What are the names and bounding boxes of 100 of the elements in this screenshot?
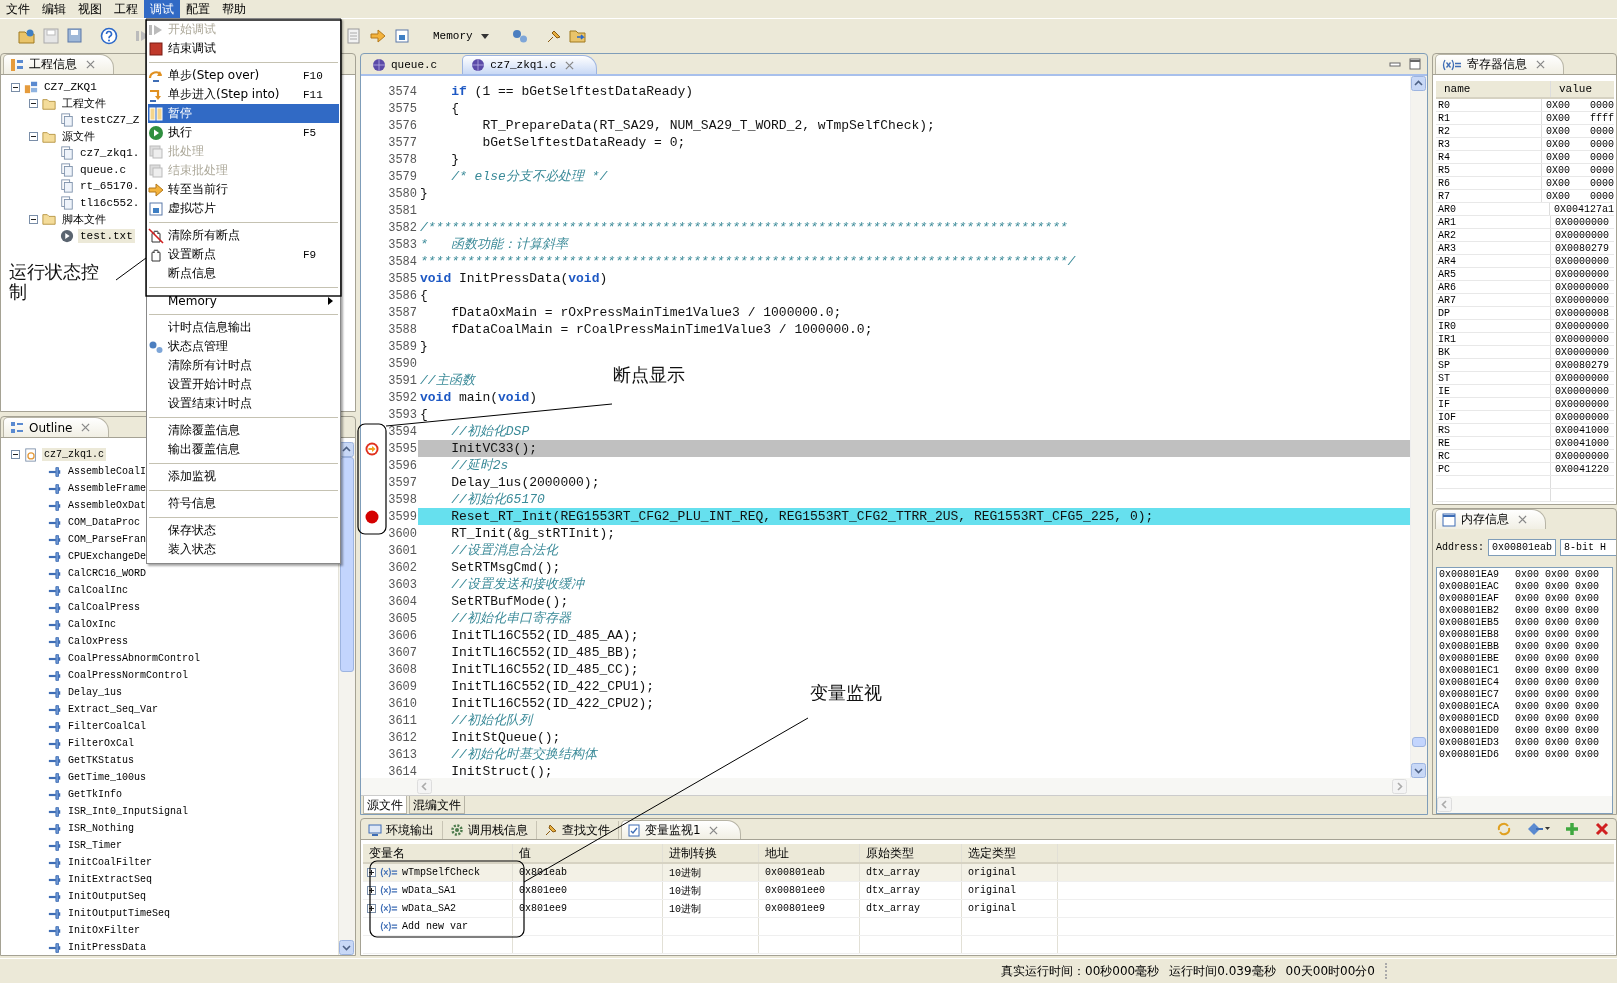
column-header[interactable]: name xyxy=(1436,81,1551,97)
tree-item[interactable]: ISR_Int0_InputSignal xyxy=(66,805,191,818)
menu-item[interactable]: 符号信息 xyxy=(148,494,339,513)
panel-tab[interactable]: Outline xyxy=(3,417,110,437)
tree-item[interactable]: cz7_zkq1.c xyxy=(42,448,106,461)
menu-item[interactable]: 执行 F5 xyxy=(148,123,339,142)
tree-item[interactable]: AssembleFrame xyxy=(66,482,148,495)
menu-item[interactable]: 状态点管理 xyxy=(148,337,339,356)
menu-item[interactable]: 设置断点 F9 xyxy=(148,245,339,264)
scrollbar[interactable] xyxy=(338,442,355,955)
tree-item[interactable]: InitOutputTimeSeq xyxy=(66,907,173,920)
refresh-icon[interactable] xyxy=(1496,821,1512,837)
tree-item[interactable]: InitOxFilter xyxy=(66,924,142,937)
tree-item[interactable]: Extract_Seq_Var xyxy=(66,703,160,716)
tree-item[interactable]: cz7_zkq1. xyxy=(78,146,142,161)
menu-bar-item[interactable]: 配置 xyxy=(180,0,216,18)
tree-item[interactable]: GetTKStatus xyxy=(66,754,136,767)
tree-item[interactable]: CPUExchangeDe xyxy=(66,550,148,563)
menu-item[interactable]: 清除所有断点 xyxy=(148,226,339,245)
close-icon[interactable] xyxy=(81,423,91,432)
memory-dropdown[interactable]: Memory xyxy=(427,28,495,44)
column-header[interactable]: 值 xyxy=(513,844,663,862)
bottom-panel-tab[interactable]: 变量监视1 xyxy=(621,820,741,839)
column-header[interactable]: 选定类型 xyxy=(962,844,1058,862)
source-view-tab[interactable]: 混编文件 xyxy=(409,796,465,814)
menu-bar-item[interactable]: 调试 xyxy=(144,0,180,18)
menu-item[interactable]: 保存状态 xyxy=(148,521,339,540)
menu-item[interactable]: 暂停 xyxy=(148,104,339,123)
address-field[interactable]: 0x00801eab xyxy=(1488,538,1557,556)
column-header[interactable]: 变量名 xyxy=(363,844,513,862)
panel-tab[interactable]: 内存信息 xyxy=(1435,509,1546,529)
open-folder-icon[interactable] xyxy=(18,27,36,45)
menu-item[interactable]: 单步(Step over) F10 xyxy=(148,66,339,85)
menu-bar-item[interactable]: 文件 xyxy=(0,0,36,18)
collapse-icon[interactable] xyxy=(11,82,20,92)
tree-item[interactable]: CZ7_ZKQ1 xyxy=(42,80,99,95)
tree-item[interactable]: 脚本文件 xyxy=(60,210,108,228)
menu-item[interactable]: 输出覆盖信息 xyxy=(148,440,339,459)
collapse-icon[interactable] xyxy=(29,132,38,142)
collapse-icon[interactable] xyxy=(11,450,20,459)
scrollbar-thumb[interactable] xyxy=(340,457,354,672)
dots-icon[interactable] xyxy=(510,27,529,45)
chip-icon[interactable] xyxy=(393,27,411,45)
menu-item[interactable]: 转至当前行 xyxy=(148,180,339,199)
tree-item[interactable]: COM_ParseFran xyxy=(66,533,148,546)
tree-item[interactable]: test.txt xyxy=(78,228,135,243)
scrollbar-thumb[interactable] xyxy=(1412,737,1426,747)
tree-item[interactable]: tl16c552. xyxy=(78,195,142,210)
tree-item[interactable]: 源文件 xyxy=(60,128,97,146)
menu-bar-item[interactable]: 工程 xyxy=(108,0,144,18)
add-icon[interactable] xyxy=(1564,821,1580,837)
tree-item[interactable]: rt_65170. xyxy=(78,179,142,194)
arrow-right-icon[interactable] xyxy=(369,27,387,45)
column-header[interactable]: value xyxy=(1551,81,1614,97)
tree-item[interactable]: CoalPressAbnormControl xyxy=(66,652,203,665)
tree-item[interactable]: CalOxInc xyxy=(66,618,118,631)
menu-item[interactable]: 计时点信息输出 xyxy=(148,318,339,337)
tree-item[interactable]: Delay_1us xyxy=(66,686,124,699)
format-dropdown[interactable]: 8-bit H xyxy=(1560,538,1616,556)
panel-tab[interactable]: 工程信息 xyxy=(3,54,114,74)
maximize-icon[interactable] xyxy=(1409,58,1421,70)
panel-tab[interactable]: 寄存器信息 xyxy=(1435,54,1564,74)
collapse-icon[interactable] xyxy=(29,214,38,224)
close-icon[interactable] xyxy=(1536,60,1545,69)
save-icon[interactable] xyxy=(42,27,60,45)
menu-item[interactable]: 结束调试 xyxy=(148,39,339,58)
menu-bar-item[interactable]: 帮助 xyxy=(216,0,252,18)
tree-item[interactable]: CoalPressNormControl xyxy=(66,669,191,682)
tree-item[interactable]: AssembleOxDat xyxy=(66,499,148,512)
tree-item[interactable]: AssembleCoalI xyxy=(66,465,148,478)
tree-item[interactable]: queue.c xyxy=(78,162,129,177)
diamond-arrow-icon[interactable] xyxy=(1526,821,1550,837)
menu-item[interactable]: 虚拟芯片 xyxy=(148,199,339,218)
tree-item[interactable]: 工程文件 xyxy=(60,95,108,113)
menu-item[interactable]: 装入状态 xyxy=(148,540,339,559)
tree-item[interactable]: ISR_Nothing xyxy=(66,822,136,835)
tree-item[interactable]: CalOxPress xyxy=(66,635,130,648)
tree-item[interactable]: InitCoalFilter xyxy=(66,856,154,869)
tree-item[interactable]: testCZ7_Z xyxy=(78,113,142,128)
close-icon[interactable] xyxy=(86,60,95,69)
tree-item[interactable]: CalCoalPress xyxy=(66,601,142,614)
help-icon[interactable] xyxy=(100,27,118,45)
close-icon[interactable] xyxy=(1518,515,1527,524)
tree-item[interactable]: ISR_Timer xyxy=(66,839,124,852)
menu-item[interactable]: 清除覆盖信息 xyxy=(148,421,339,440)
menu-bar-item[interactable]: 视图 xyxy=(72,0,108,18)
tree-item[interactable]: CalCoalInc xyxy=(66,584,130,597)
tree-item[interactable]: CalCRC16_WORD xyxy=(66,567,148,580)
column-header[interactable]: 进制转换 xyxy=(663,844,759,862)
menu-item[interactable]: 单步进入(Step into) F11 xyxy=(148,85,339,104)
collapse-icon[interactable] xyxy=(29,99,38,109)
save-all-icon[interactable] xyxy=(66,27,84,45)
delete-icon[interactable] xyxy=(1594,821,1610,837)
menu-item[interactable]: 清除所有计时点 xyxy=(148,356,339,375)
expand-icon[interactable] xyxy=(367,886,376,895)
tree-item[interactable]: GetTime_100us xyxy=(66,771,148,784)
menu-bar-item[interactable]: 编辑 xyxy=(36,0,72,18)
column-header[interactable]: 地址 xyxy=(759,844,860,862)
tree-item[interactable]: COM_DataProc xyxy=(66,516,142,529)
tree-item[interactable]: InitOutputSeq xyxy=(66,890,148,903)
